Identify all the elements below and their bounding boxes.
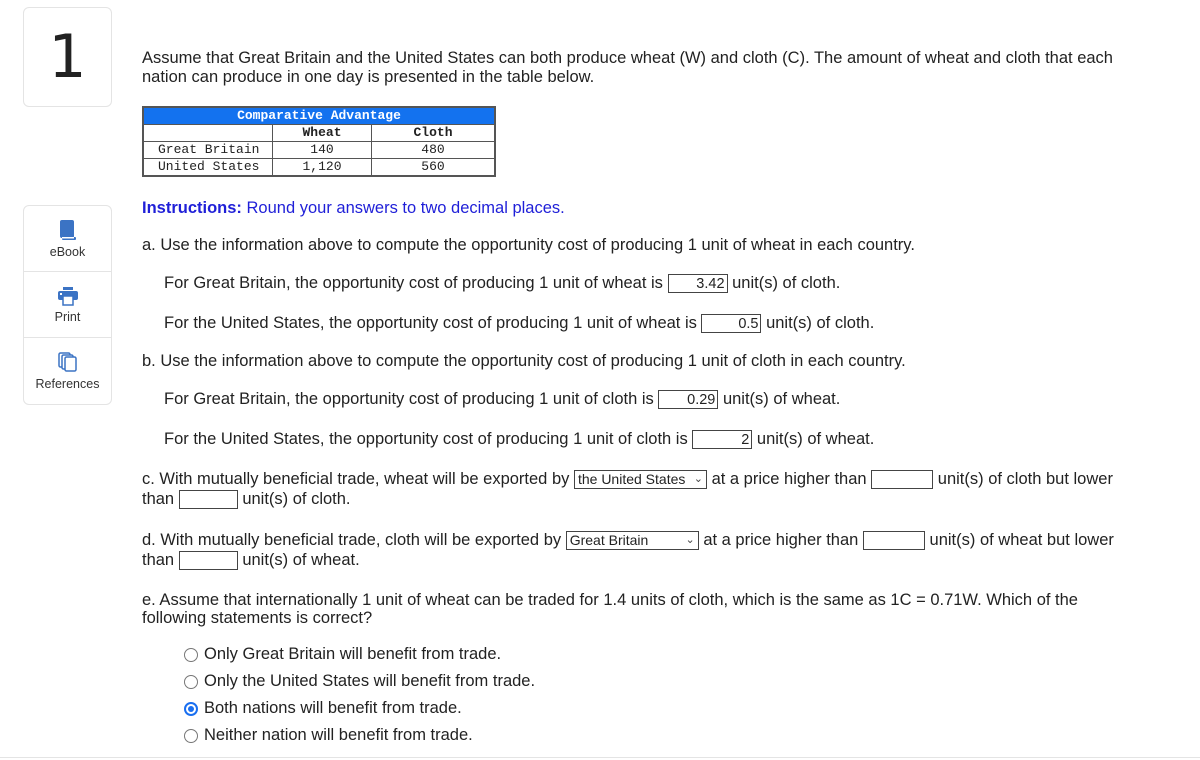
part-a-gb-suffix: unit(s) of cloth. bbox=[732, 274, 841, 292]
part-b-gb-prefix: For Great Britain, the opportunity cost … bbox=[164, 390, 654, 408]
part-c-suffix: unit(s) of cloth. bbox=[242, 490, 351, 508]
sidebar-item-label: Print bbox=[54, 309, 81, 324]
radio-unselected-icon[interactable] bbox=[184, 728, 198, 743]
radio-selected-icon[interactable] bbox=[184, 701, 198, 716]
part-a-gb-prefix: For Great Britain, the opportunity cost … bbox=[164, 274, 663, 292]
instructions: Instructions: Round your answers to two … bbox=[142, 199, 565, 218]
sidebar-item-print[interactable]: Print bbox=[24, 272, 111, 338]
part-e-option[interactable]: Only the United States will benefit from… bbox=[184, 672, 535, 691]
table-header bbox=[142, 124, 273, 142]
part-e-line2: following statements is correct? bbox=[142, 609, 373, 627]
part-b-gb-line: For Great Britain, the opportunity cost … bbox=[164, 390, 841, 410]
part-d-select-value: Great Britain bbox=[569, 532, 649, 549]
comparative-advantage-table: Comparative Advantage Wheat Cloth Great … bbox=[142, 106, 496, 177]
table-cell: 560 bbox=[371, 158, 496, 177]
chevron-down-icon: ⌄ bbox=[685, 534, 695, 547]
part-d-suffix: unit(s) of wheat. bbox=[242, 551, 360, 569]
part-c-line1: c. With mutually beneficial trade, wheat… bbox=[142, 470, 1113, 490]
instructions-label: Instructions: bbox=[142, 199, 242, 217]
table-row: United States 1,120 560 bbox=[142, 158, 496, 177]
part-c-select-value: the United States bbox=[577, 471, 686, 488]
part-d-exporter-select[interactable]: Great Britain ⌄ bbox=[565, 531, 699, 551]
table-header: Cloth bbox=[371, 124, 496, 142]
sidebar-item-ebook[interactable]: eBook bbox=[24, 206, 111, 272]
part-e-option[interactable]: Neither nation will benefit from trade. bbox=[184, 726, 473, 745]
references-icon bbox=[57, 352, 77, 372]
part-b-us-answer-input[interactable]: 2 bbox=[692, 430, 753, 450]
question-number: 1 bbox=[23, 7, 112, 107]
table-title: Comparative Advantage bbox=[142, 106, 496, 125]
table-cell: 140 bbox=[272, 141, 372, 159]
option-label: Neither nation will benefit from trade. bbox=[204, 726, 473, 744]
part-d-than: than bbox=[142, 551, 175, 569]
sidebar-item-label: eBook bbox=[49, 244, 86, 259]
part-a-prompt: a. Use the information above to compute … bbox=[142, 236, 915, 254]
option-label: Both nations will benefit from trade. bbox=[204, 699, 462, 717]
part-a-us-prefix: For the United States, the opportunity c… bbox=[164, 314, 697, 332]
part-a-gb-answer-input[interactable]: 3.42 bbox=[667, 274, 728, 294]
part-c-after-low: unit(s) of cloth but lower bbox=[937, 470, 1113, 488]
table-cell: Great Britain bbox=[142, 141, 273, 159]
part-b-us-line: For the United States, the opportunity c… bbox=[164, 430, 875, 450]
table-cell: 480 bbox=[371, 141, 496, 159]
printer-icon bbox=[57, 286, 78, 306]
part-e-line1: e. Assume that internationally 1 unit of… bbox=[142, 591, 1078, 609]
part-e-option[interactable]: Both nations will benefit from trade. bbox=[184, 699, 462, 718]
part-a-us-suffix: unit(s) of cloth. bbox=[766, 314, 875, 332]
part-b-prompt: b. Use the information above to compute … bbox=[142, 352, 906, 370]
part-b-gb-answer-input[interactable]: 0.29 bbox=[658, 390, 719, 410]
part-d-line2: than unit(s) of wheat. bbox=[142, 551, 360, 571]
radio-unselected-icon[interactable] bbox=[184, 674, 198, 689]
part-d-after-low: unit(s) of wheat but lower bbox=[929, 531, 1114, 549]
part-a-us-line: For the United States, the opportunity c… bbox=[164, 314, 875, 334]
part-e-option[interactable]: Only Great Britain will benefit from tra… bbox=[184, 645, 501, 664]
option-label: Only Great Britain will benefit from tra… bbox=[204, 645, 502, 663]
part-c-low-price-input[interactable] bbox=[871, 470, 934, 490]
part-d-prefix: d. With mutually beneficial trade, cloth… bbox=[142, 531, 562, 549]
part-b-us-suffix: unit(s) of wheat. bbox=[756, 430, 875, 448]
part-b-gb-suffix: unit(s) of wheat. bbox=[722, 390, 841, 408]
chevron-down-icon: ⌄ bbox=[693, 473, 703, 486]
part-c-than: than bbox=[142, 490, 175, 508]
book-icon bbox=[59, 219, 76, 240]
question-intro: Assume that Great Britain and the United… bbox=[142, 49, 1113, 86]
table-cell: 1,120 bbox=[272, 158, 372, 177]
sidebar-tools: eBook Print References bbox=[23, 205, 112, 405]
table-row: Great Britain 140 480 bbox=[142, 141, 496, 159]
part-b-us-prefix: For the United States, the opportunity c… bbox=[164, 430, 688, 448]
radio-unselected-icon[interactable] bbox=[184, 647, 198, 662]
part-d-low-price-input[interactable] bbox=[862, 531, 925, 551]
divider bbox=[0, 757, 1200, 758]
sidebar-item-references[interactable]: References bbox=[24, 338, 111, 404]
table-header-row: Wheat Cloth bbox=[142, 124, 496, 142]
part-c-exporter-select[interactable]: the United States ⌄ bbox=[573, 470, 707, 490]
part-c-line2: than unit(s) of cloth. bbox=[142, 490, 351, 510]
part-d-mid: at a price higher than bbox=[703, 531, 859, 549]
sidebar-item-label: References bbox=[35, 377, 100, 391]
table-cell: United States bbox=[142, 158, 273, 177]
option-label: Only the United States will benefit from… bbox=[204, 672, 536, 690]
part-c-prefix: c. With mutually beneficial trade, wheat… bbox=[142, 470, 570, 488]
part-a-gb-line: For Great Britain, the opportunity cost … bbox=[164, 274, 841, 294]
part-d-line1: d. With mutually beneficial trade, cloth… bbox=[142, 531, 1114, 551]
part-c-high-price-input[interactable] bbox=[178, 490, 238, 510]
part-a-us-answer-input[interactable]: 0.5 bbox=[701, 314, 762, 334]
table-header: Wheat bbox=[272, 124, 372, 142]
part-d-high-price-input[interactable] bbox=[178, 551, 238, 571]
instructions-text: Round your answers to two decimal places… bbox=[241, 199, 565, 217]
part-c-mid: at a price higher than bbox=[711, 470, 867, 488]
